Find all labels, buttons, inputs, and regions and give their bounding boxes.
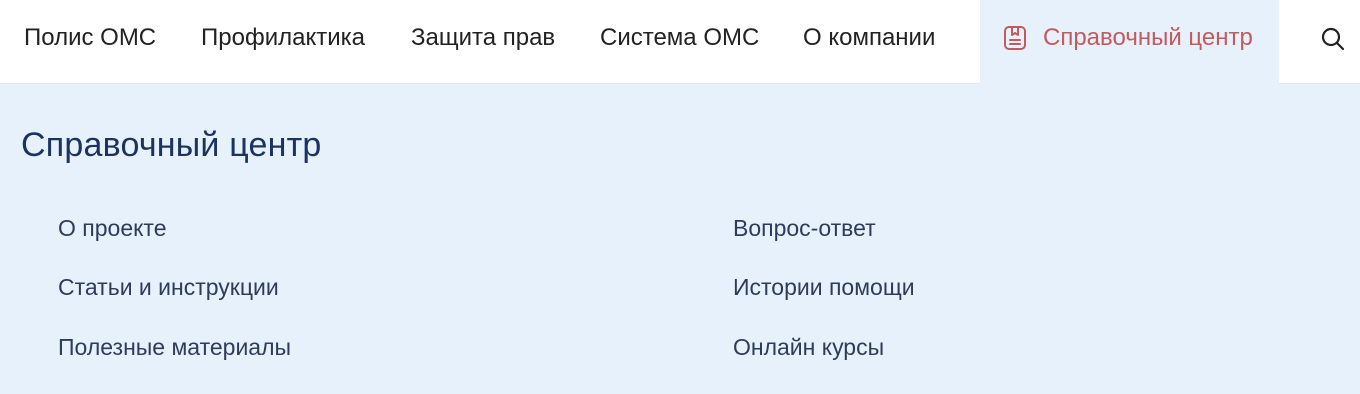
link-faq[interactable]: Вопрос-ответ — [733, 213, 876, 243]
book-icon — [1003, 25, 1027, 51]
nav-item-help-center[interactable]: Справочный центр — [980, 0, 1279, 84]
nav-item-oms-policy[interactable]: Полис ОМС — [24, 0, 156, 84]
link-useful-materials[interactable]: Полезные материалы — [58, 332, 291, 362]
search-icon[interactable] — [1320, 26, 1346, 52]
help-center-dropdown: Справочный центр О проекте Статьи и инст… — [0, 84, 1360, 394]
nav-item-rights-protection[interactable]: Защита прав — [411, 0, 555, 84]
nav-item-prevention[interactable]: Профилактика — [201, 0, 365, 84]
dropdown-title: Справочный центр — [21, 126, 322, 164]
nav-item-oms-system[interactable]: Система ОМС — [600, 0, 759, 84]
link-articles-instructions[interactable]: Статьи и инструкции — [58, 272, 279, 302]
top-navigation: Полис ОМС Профилактика Защита прав Систе… — [0, 0, 1360, 84]
link-online-courses[interactable]: Онлайн курсы — [733, 332, 884, 362]
link-about-project[interactable]: О проекте — [58, 213, 167, 243]
link-help-stories[interactable]: Истории помощи — [733, 272, 915, 302]
nav-item-about-company[interactable]: О компании — [803, 0, 935, 84]
nav-item-help-center-label: Справочный центр — [1043, 24, 1253, 51]
